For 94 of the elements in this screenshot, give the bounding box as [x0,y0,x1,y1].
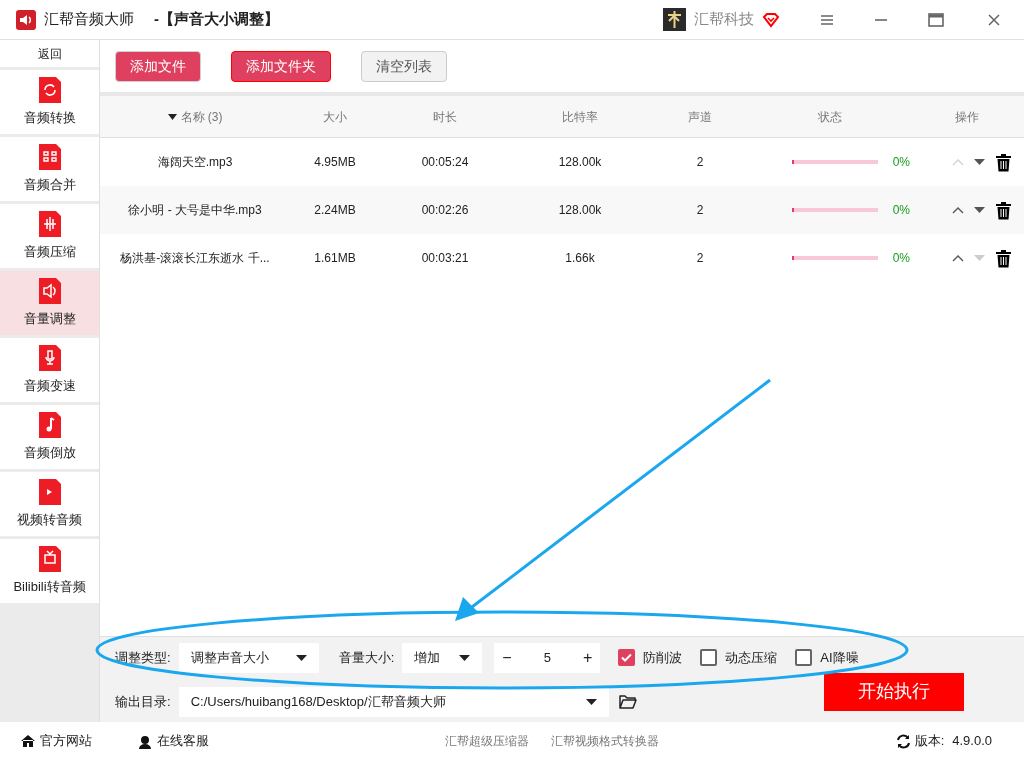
file-name-cell-text: 徐小明 - 大号是中华.mp3 [127,202,263,219]
file-name-cell-text: 杨洪基-滚滚长江东逝水 千... [119,250,271,267]
output-dir-label: 输出目录: [115,692,171,711]
sidebar-item[interactable]: 音量调整 [0,271,99,335]
channels-cell-text: 2 [695,250,705,267]
sidebar-item[interactable]: 音频合并 [0,137,99,201]
duration-cell-text: 00:05:24 [420,154,470,171]
diamond-icon[interactable] [762,11,780,28]
bitrate-cell-text: 128.00k [557,154,603,171]
output-dir-dropdown[interactable]: C:/Users/huibang168/Desktop/汇帮音频大师 [178,686,609,717]
folder-icon[interactable] [618,694,637,709]
volume-mode-dropdown[interactable]: 增加 [402,642,483,673]
duration-cell-text: 00:02:26 [420,202,470,219]
microphone-icon [36,344,63,373]
progress-percent: 0% [892,250,910,267]
decrease-button[interactable]: − [502,645,512,670]
move-down-icon[interactable] [974,159,985,165]
minimize-icon[interactable] [874,17,888,22]
refresh-icon[interactable] [895,733,911,749]
sidebar-item[interactable]: 音频倒放 [0,405,99,469]
size-cell-text: 4.95MB [313,154,357,171]
maximize-icon[interactable] [928,12,944,27]
adjust-type-dropdown[interactable]: 调整声音大小 [178,642,319,673]
bitrate-cell-text: 1.66k [564,250,596,267]
option-label: 动态压缩 [725,648,778,667]
footer-link[interactable]: 汇帮视频格式转换器 [551,732,660,750]
move-down-icon[interactable] [974,207,985,213]
option-label: 防削波 [643,648,683,667]
window-title: -【声音大小调整】 [154,9,279,30]
version-label: 版本: [914,732,945,751]
trash-icon[interactable] [995,248,1012,268]
amount-stepper[interactable]: − 5 + [494,642,601,673]
back-button[interactable]: 返回 [0,40,99,67]
checkmark-icon [621,653,633,662]
checkbox[interactable] [700,649,718,666]
sidebar-item[interactable]: 音频压缩 [0,204,99,268]
sidebar-item[interactable]: Bilibili转音频 [0,539,99,603]
trash-icon[interactable] [995,152,1012,172]
caret-icon [585,698,597,705]
move-up-icon[interactable] [952,206,964,214]
home-icon [20,734,36,748]
music-note-icon [36,411,63,440]
sidebar-item[interactable]: 音频变速 [0,338,99,402]
refresh-icon [36,76,63,105]
toolbar-button[interactable]: 清空列表 [361,50,447,82]
sort-descending-icon[interactable] [167,113,177,120]
start-button[interactable]: 开始执行 [824,672,964,711]
company-name: 汇帮科技 [694,9,754,30]
column-header[interactable]: 名称 (3) [180,107,223,126]
toolbar-button[interactable]: 添加文件 [115,50,201,82]
column-header: 时长 [433,108,457,126]
sidebar-item[interactable]: 视频转音频 [0,472,99,536]
grid-icon [36,143,63,172]
headset-icon [137,733,153,749]
option-label: AI降噪 [820,648,859,667]
toolbar-button[interactable]: 添加文件夹 [231,50,331,82]
increase-button[interactable]: + [582,645,593,670]
file-name-cell-text: 海阔天空.mp3 [156,154,234,171]
column-header: 声道 [688,108,712,126]
checkbox[interactable] [795,649,813,666]
speaker-icon [36,277,63,306]
checkbox[interactable] [618,649,636,666]
size-cell-text: 1.61MB [313,250,357,267]
trash-icon[interactable] [995,200,1012,220]
adjust-type-label: 调整类型: [115,648,171,667]
version-number: 4.9.0.0 [952,732,992,751]
caret-icon [459,654,471,661]
footer-link[interactable]: 汇帮超级压缩器 [445,732,530,750]
volume-label: 音量大小: [338,648,395,667]
waveform-icon [36,210,63,239]
footer-link[interactable]: 在线客服 [157,731,209,751]
channels-cell-text: 2 [695,202,705,219]
move-up-icon[interactable] [952,254,964,262]
duration-cell-text: 00:03:21 [420,250,470,267]
film-icon [36,478,63,507]
column-header: 比特率 [562,108,598,126]
column-header: 大小 [323,108,347,126]
app-title: 汇帮音频大师 [44,9,134,30]
sidebar-item[interactable]: 音频转换 [0,70,99,134]
progress-percent: 0% [892,202,910,219]
caret-icon [295,654,307,661]
channels-cell-text: 2 [695,154,705,171]
progress-percent: 0% [892,154,910,171]
close-icon[interactable] [988,13,1000,26]
footer-link[interactable]: 官方网站 [40,731,92,751]
size-cell-text: 2.24MB [313,202,357,219]
amount-value: 5 [543,648,551,667]
column-header: 状态 [818,108,842,126]
menu-icon[interactable] [820,13,834,26]
speaker-logo-icon [16,9,36,30]
tv-icon [36,545,63,574]
avatar-icon [663,8,686,31]
bitrate-cell-text: 128.00k [557,202,603,219]
column-header: 操作 [955,108,979,126]
